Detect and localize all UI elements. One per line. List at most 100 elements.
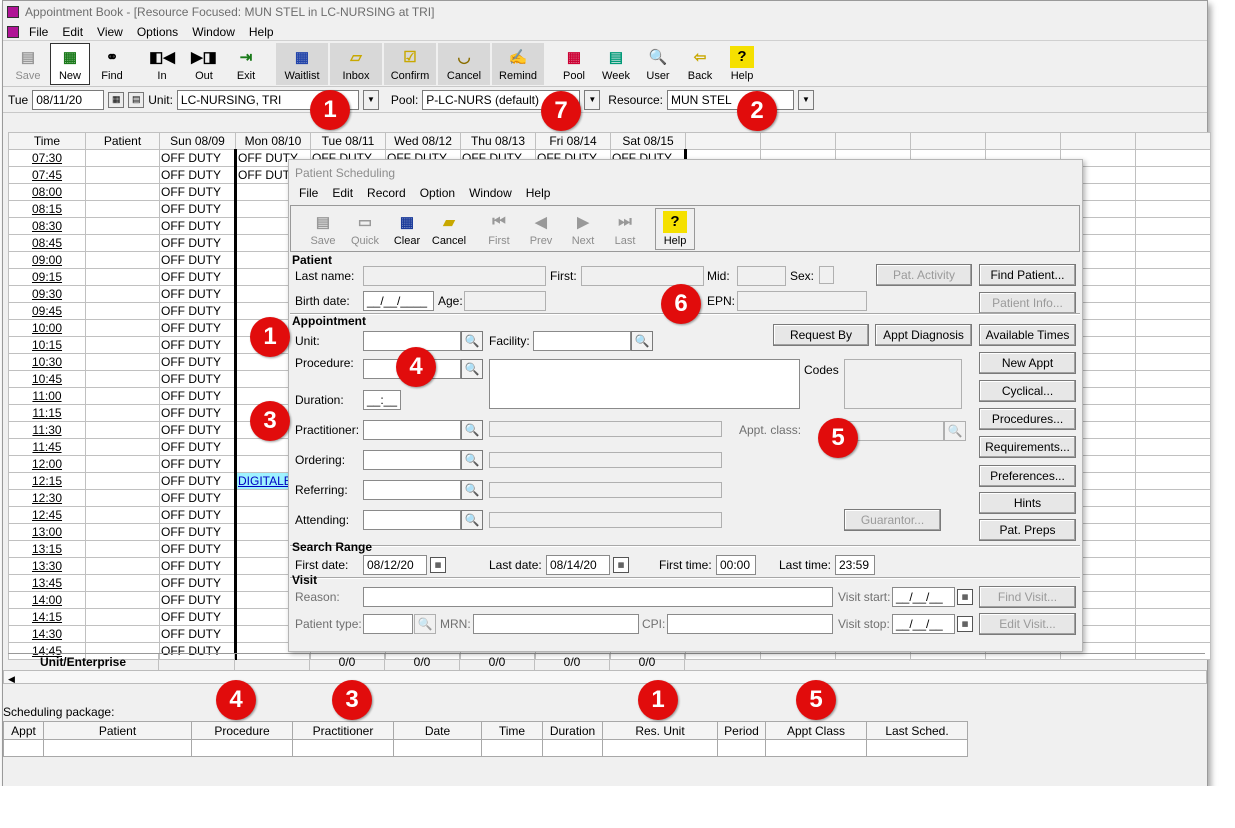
practitioner-field[interactable] — [363, 420, 461, 440]
sun-cell[interactable]: OFF DUTY — [159, 455, 237, 473]
dialog-help-button[interactable]: ? Help — [655, 207, 695, 250]
sun-cell[interactable]: OFF DUTY — [159, 149, 237, 167]
patient-cell[interactable] — [85, 472, 160, 490]
referring-lookup-icon[interactable]: 🔍 — [461, 480, 483, 500]
time-slot-label[interactable]: 07:45 — [8, 166, 86, 184]
dialog-menu-record[interactable]: Record — [367, 186, 406, 200]
request-by-button[interactable]: Request By — [773, 324, 869, 346]
patient-type-field[interactable] — [363, 614, 413, 634]
sun-cell[interactable]: OFF DUTY — [159, 438, 237, 456]
time-slot-label[interactable]: 09:45 — [8, 302, 86, 320]
first-name-field[interactable] — [581, 266, 704, 286]
last-time-field[interactable]: 23:59 — [835, 555, 875, 575]
patient-cell[interactable] — [85, 336, 160, 354]
dialog-menu-edit[interactable]: Edit — [332, 186, 353, 200]
out-button[interactable]: ▶◨ Out — [184, 43, 224, 85]
time-slot-label[interactable]: 07:30 — [8, 149, 86, 167]
pool-button[interactable]: ▦ Pool — [554, 43, 594, 85]
time-slot-label[interactable]: 08:00 — [8, 183, 86, 201]
dialog-menu-window[interactable]: Window — [469, 186, 512, 200]
first-date-field[interactable]: 08/12/20 — [363, 555, 427, 575]
attending-lookup-icon[interactable]: 🔍 — [461, 510, 483, 530]
patient-cell[interactable] — [85, 506, 160, 524]
menu-file[interactable]: File — [29, 25, 48, 39]
practitioner-lookup-icon[interactable]: 🔍 — [461, 420, 483, 440]
sun-cell[interactable]: OFF DUTY — [159, 285, 237, 303]
appt-class-field[interactable] — [844, 421, 944, 441]
new-button[interactable]: ▦ New — [50, 42, 90, 85]
age-field[interactable] — [464, 291, 546, 311]
sun-cell[interactable]: OFF DUTY — [159, 336, 237, 354]
patient-cell[interactable] — [85, 251, 160, 269]
time-slot-label[interactable]: 11:30 — [8, 421, 86, 439]
time-slot-label[interactable]: 12:15 — [8, 472, 86, 490]
in-button[interactable]: ◧◀ In — [142, 43, 182, 85]
user-button[interactable]: 🔍 User — [638, 43, 678, 85]
sun-cell[interactable]: OFF DUTY — [159, 472, 237, 490]
facility-lookup-icon[interactable]: 🔍 — [631, 331, 653, 351]
sun-cell[interactable]: OFF DUTY — [159, 591, 237, 609]
procedures-button[interactable]: Procedures... — [979, 408, 1076, 430]
dialog-menu-file[interactable]: File — [299, 186, 318, 200]
patient-cell[interactable] — [85, 234, 160, 252]
visit-stop-calendar-icon[interactable]: ▦ — [957, 616, 973, 632]
patient-cell[interactable] — [85, 591, 160, 609]
sun-cell[interactable]: OFF DUTY — [159, 540, 237, 558]
patient-cell[interactable] — [85, 455, 160, 473]
menu-edit[interactable]: Edit — [62, 25, 83, 39]
attending-field[interactable] — [363, 510, 461, 530]
time-slot-label[interactable]: 10:15 — [8, 336, 86, 354]
preferences-button[interactable]: Preferences... — [979, 465, 1076, 487]
pat-activity-button[interactable]: Pat. Activity — [876, 264, 972, 286]
sun-cell[interactable]: OFF DUTY — [159, 506, 237, 524]
time-slot-label[interactable]: 11:15 — [8, 404, 86, 422]
time-slot-label[interactable]: 10:00 — [8, 319, 86, 337]
inbox-button[interactable]: ▱ Inbox — [330, 42, 382, 85]
dialog-next-button[interactable]: ▶ Next — [563, 208, 603, 250]
epn-field[interactable] — [737, 291, 867, 311]
waitlist-button[interactable]: ▦ Waitlist — [276, 42, 328, 85]
time-slot-label[interactable]: 13:15 — [8, 540, 86, 558]
time-slot-label[interactable]: 08:15 — [8, 200, 86, 218]
procedure-description[interactable] — [489, 359, 800, 409]
patient-cell[interactable] — [85, 574, 160, 592]
requirements-button[interactable]: Requirements... — [979, 436, 1076, 458]
dialog-cancel-button[interactable]: ▰ Cancel — [429, 208, 469, 250]
cancel-button[interactable]: ◡ Cancel — [438, 42, 490, 85]
time-slot-label[interactable]: 12:45 — [8, 506, 86, 524]
patient-cell[interactable] — [85, 387, 160, 405]
menu-view[interactable]: View — [97, 25, 123, 39]
find-button[interactable]: ⚭ Find — [92, 43, 132, 85]
patient-cell[interactable] — [85, 353, 160, 371]
save-button[interactable]: ▤ Save — [8, 43, 48, 85]
visit-stop-field[interactable]: __/__/__ — [892, 614, 955, 634]
patient-cell[interactable] — [85, 200, 160, 218]
patient-cell[interactable] — [85, 149, 160, 167]
reason-field[interactable] — [363, 587, 833, 607]
sun-cell[interactable]: OFF DUTY — [159, 625, 237, 643]
first-date-calendar-icon[interactable]: ▦ — [430, 557, 446, 573]
dialog-prev-button[interactable]: ◀ Prev — [521, 208, 561, 250]
patient-cell[interactable] — [85, 302, 160, 320]
patient-cell[interactable] — [85, 608, 160, 626]
pool-dropdown-icon[interactable]: ▼ — [584, 89, 601, 110]
codes-list[interactable] — [844, 359, 962, 409]
find-patient-button[interactable]: Find Patient... — [979, 264, 1076, 286]
dialog-quick-button[interactable]: ▭ Quick — [345, 208, 385, 250]
cpi-field[interactable] — [667, 614, 833, 634]
remind-button[interactable]: ✍ Remind — [492, 42, 544, 85]
referring-field[interactable] — [363, 480, 461, 500]
time-slot-label[interactable]: 13:30 — [8, 557, 86, 575]
sun-cell[interactable]: OFF DUTY — [159, 183, 237, 201]
time-slot-label[interactable]: 13:45 — [8, 574, 86, 592]
guarantor-button[interactable]: Guarantor... — [844, 509, 941, 531]
sun-cell[interactable]: OFF DUTY — [159, 370, 237, 388]
system-menu-icon[interactable] — [7, 25, 19, 38]
sun-cell[interactable]: OFF DUTY — [159, 574, 237, 592]
sun-cell[interactable]: OFF DUTY — [159, 608, 237, 626]
patient-info-button[interactable]: Patient Info... — [979, 292, 1076, 314]
sun-cell[interactable]: OFF DUTY — [159, 319, 237, 337]
patient-cell[interactable] — [85, 438, 160, 456]
unit-lookup-icon[interactable]: 🔍 — [461, 331, 483, 351]
sun-cell[interactable]: OFF DUTY — [159, 557, 237, 575]
